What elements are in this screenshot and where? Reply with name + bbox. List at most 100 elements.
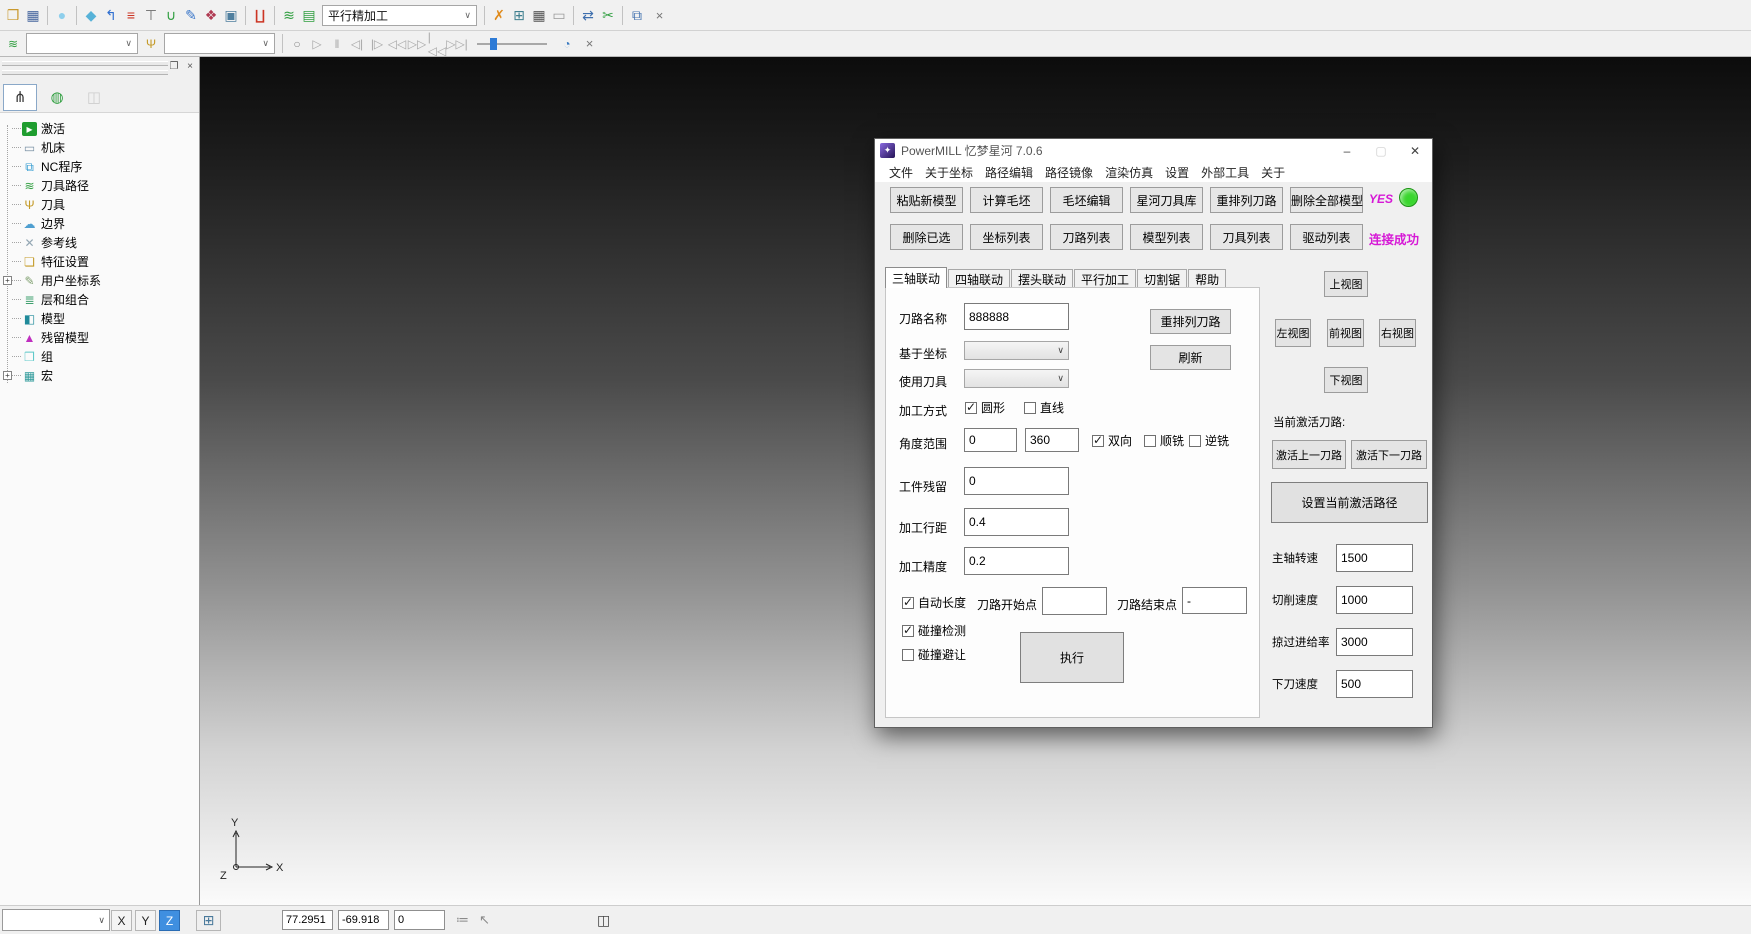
collision-check-icon[interactable]: ✗ bbox=[490, 4, 508, 26]
tool-holder-icon[interactable]: ∐ bbox=[251, 4, 269, 26]
go-to-start-icon[interactable]: |◁◁ bbox=[428, 33, 446, 55]
model-teapot-icon[interactable]: ● bbox=[53, 4, 71, 26]
mirror-icon[interactable]: ✂ bbox=[599, 4, 617, 26]
left-view-button[interactable]: 左视图 bbox=[1275, 319, 1311, 347]
rewind-icon[interactable]: ◁◁ bbox=[388, 33, 406, 55]
coordinate-input[interactable] bbox=[282, 910, 333, 930]
coordinate-input[interactable] bbox=[394, 910, 445, 930]
axis-toggle[interactable]: X bbox=[111, 910, 132, 931]
end-point-input[interactable] bbox=[1182, 587, 1247, 614]
tree-item[interactable]: ▦ 宏 bbox=[0, 366, 199, 385]
action-button[interactable]: 毛坯编辑 bbox=[1050, 187, 1123, 213]
top-view-button[interactable]: 上视图 bbox=[1324, 271, 1368, 297]
tree-item[interactable]: ≣ 层和组合 bbox=[0, 290, 199, 309]
speed-input[interactable] bbox=[1336, 670, 1413, 698]
explorer-trash-tab[interactable]: ◫ bbox=[77, 84, 111, 111]
close-button[interactable]: ✕ bbox=[1398, 139, 1432, 162]
action-button[interactable]: 重排列刀路 bbox=[1210, 187, 1283, 213]
action-button[interactable]: 刀具列表 bbox=[1210, 224, 1283, 250]
clock-icon[interactable]: ◔ bbox=[558, 33, 576, 55]
tree-item[interactable]: ❏ 特征设置 bbox=[0, 252, 199, 271]
collision-avoid-checkbox[interactable]: 碰撞避让 bbox=[902, 646, 966, 663]
dialog-tab[interactable]: 四轴联动 bbox=[948, 269, 1010, 288]
expander-icon[interactable] bbox=[3, 371, 12, 380]
toolpath-trim-icon[interactable]: ▣ bbox=[222, 4, 240, 26]
rearrange-toolpaths-button[interactable]: 重排列刀路 bbox=[1150, 309, 1231, 334]
edit-toolpath-icon[interactable]: ✎ bbox=[182, 4, 200, 26]
strategy-combo[interactable]: 平行精加工 ∨ bbox=[322, 5, 477, 26]
minimize-button[interactable]: – bbox=[1330, 139, 1364, 162]
action-button[interactable]: 计算毛坯 bbox=[970, 187, 1043, 213]
transform-icon[interactable]: ⇄ bbox=[579, 4, 597, 26]
toolpath-icon[interactable]: ≋ bbox=[4, 33, 22, 55]
stepover-input[interactable] bbox=[964, 508, 1069, 536]
toolpath-name-input[interactable] bbox=[964, 303, 1069, 330]
go-to-end-icon[interactable]: ▷▷| bbox=[448, 33, 466, 55]
tool-icon[interactable]: ⊤ bbox=[142, 4, 160, 26]
grid-icon[interactable]: ⊞ bbox=[196, 910, 221, 931]
front-view-button[interactable]: 前视图 bbox=[1327, 319, 1364, 347]
tolerance-input[interactable] bbox=[964, 547, 1069, 575]
pause-icon[interactable]: ‖ bbox=[328, 33, 346, 55]
pointer-icon[interactable]: ↖ bbox=[479, 912, 490, 928]
tool-select[interactable]: ∨ bbox=[964, 369, 1069, 388]
expander-icon[interactable] bbox=[3, 276, 12, 285]
leads-links-icon[interactable]: ∪ bbox=[162, 4, 180, 26]
step-back-icon[interactable]: ◁| bbox=[348, 33, 366, 55]
action-button[interactable]: 坐标列表 bbox=[970, 224, 1043, 250]
nc-program-icon[interactable]: ▤ bbox=[300, 4, 318, 26]
save-project-icon[interactable]: ▦ bbox=[24, 4, 42, 26]
bottom-view-button[interactable]: 下视图 bbox=[1324, 367, 1368, 393]
tree-item[interactable]: ◧ 模型 bbox=[0, 309, 199, 328]
tree-item[interactable]: ▸ 激活 bbox=[0, 119, 199, 138]
speed-input[interactable] bbox=[1336, 628, 1413, 656]
right-view-button[interactable]: 右视图 bbox=[1379, 319, 1416, 347]
menu-item[interactable]: 设置 bbox=[1159, 164, 1195, 181]
toolbar-close-icon[interactable]: × bbox=[581, 35, 598, 52]
refresh-button[interactable]: 刷新 bbox=[1150, 345, 1231, 370]
axis-toggle[interactable]: Z bbox=[159, 910, 180, 931]
slider-thumb[interactable] bbox=[490, 38, 497, 50]
screen-icon[interactable]: ◫ bbox=[597, 912, 610, 929]
action-button[interactable]: 驱动列表 bbox=[1290, 224, 1363, 250]
tree-item[interactable]: ✕ 参考线 bbox=[0, 233, 199, 252]
menu-item[interactable]: 路径编辑 bbox=[979, 164, 1039, 181]
activate-prev-toolpath-button[interactable]: 激活上一刀路 bbox=[1272, 440, 1346, 469]
tree-item[interactable]: Ψ 刀具 bbox=[0, 195, 199, 214]
block-icon[interactable]: ◆ bbox=[82, 4, 100, 26]
step-forward-icon[interactable]: |▷ bbox=[368, 33, 386, 55]
action-button[interactable]: 删除全部模型 bbox=[1290, 187, 1363, 213]
tree-item[interactable]: ▲ 残留模型 bbox=[0, 328, 199, 347]
dialog-tab[interactable]: 帮助 bbox=[1188, 269, 1226, 288]
explorer-tree-tab[interactable]: ⋔ bbox=[3, 84, 37, 111]
rapid-heights-icon[interactable]: ↰ bbox=[102, 4, 120, 26]
dialog-titlebar[interactable]: ✦ PowerMILL 忆梦星河 7.0.6 –▢✕ bbox=[875, 139, 1432, 162]
action-button[interactable]: 星河刀具库 bbox=[1130, 187, 1203, 213]
statistics-icon[interactable]: ⊞ bbox=[510, 4, 528, 26]
menu-item[interactable]: 关于 bbox=[1255, 164, 1291, 181]
fast-forward-icon[interactable]: ▷▷ bbox=[408, 33, 426, 55]
tree-item[interactable]: ☁ 边界 bbox=[0, 214, 199, 233]
sim-speed-slider[interactable] bbox=[477, 36, 547, 52]
float-panel-icon[interactable]: ❐ bbox=[168, 61, 180, 72]
close-panel-icon[interactable]: × bbox=[184, 61, 196, 72]
menu-item[interactable]: 外部工具 bbox=[1195, 164, 1255, 181]
menu-item[interactable]: 路径镜像 bbox=[1039, 164, 1099, 181]
calculator-icon[interactable]: ▦ bbox=[530, 4, 548, 26]
list-icon[interactable]: ≔ bbox=[456, 912, 469, 928]
collision-check-checkbox[interactable]: 碰撞检测 bbox=[902, 622, 966, 639]
action-button[interactable]: 模型列表 bbox=[1130, 224, 1203, 250]
workplane-select[interactable]: ∨ bbox=[964, 341, 1069, 360]
dock-grip[interactable] bbox=[2, 70, 168, 75]
maximize-button[interactable]: ▢ bbox=[1364, 139, 1398, 162]
action-button[interactable]: 刀路列表 bbox=[1050, 224, 1123, 250]
axis-toggle[interactable]: Y bbox=[135, 910, 156, 931]
conventional-mill-checkbox[interactable]: 逆铣 bbox=[1189, 432, 1229, 449]
menu-item[interactable]: 渲染仿真 bbox=[1099, 164, 1159, 181]
circle-checkbox[interactable]: 圆形 bbox=[965, 399, 1005, 416]
auto-length-checkbox[interactable]: 自动长度 bbox=[902, 594, 966, 611]
dialog-tab[interactable]: 三轴联动 bbox=[885, 267, 947, 288]
start-point-input[interactable] bbox=[1042, 587, 1107, 615]
dialog-tab[interactable]: 摆头联动 bbox=[1011, 269, 1073, 288]
feeds-speeds-icon[interactable]: ≡ bbox=[122, 4, 140, 26]
